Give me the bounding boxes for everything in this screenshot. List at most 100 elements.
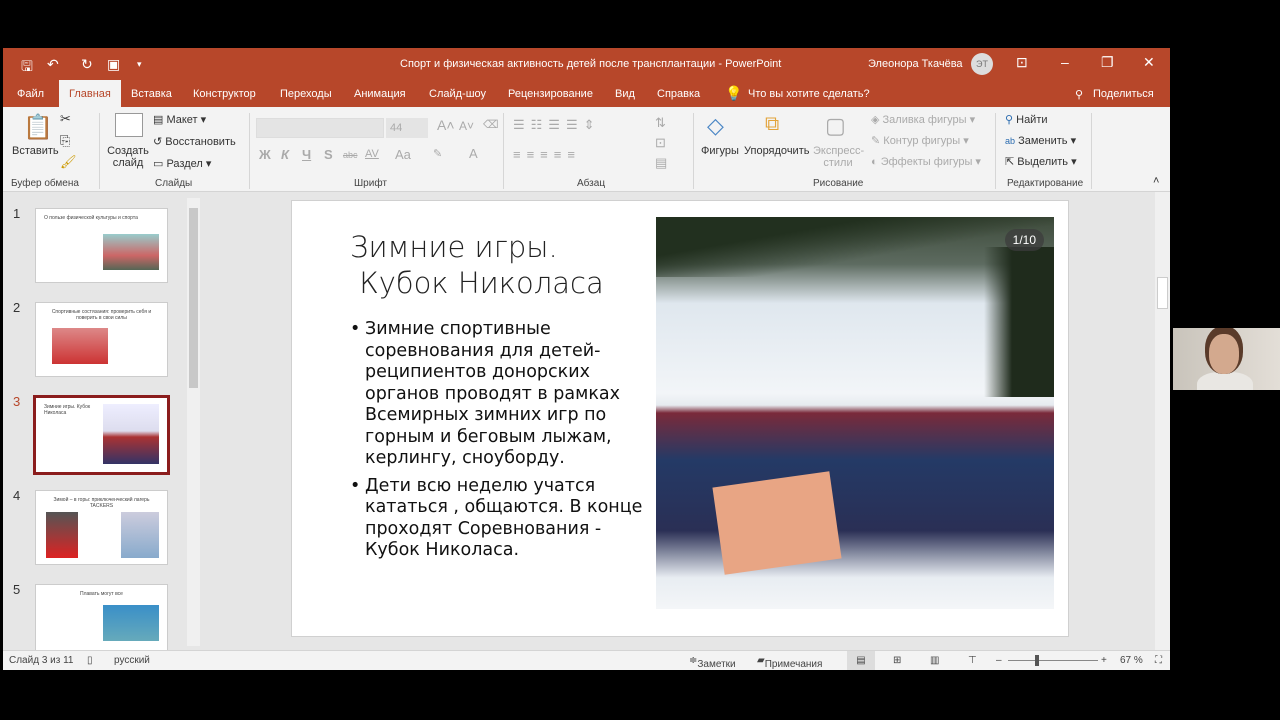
tab-slideshow[interactable]: Слайд-шоу: [429, 88, 486, 100]
undo-icon[interactable]: ↶: [47, 56, 59, 73]
new-slide-button[interactable]: Создать слайд: [107, 145, 149, 169]
find-label: Найти: [1016, 114, 1048, 126]
slide-thumbnail-3[interactable]: Зимние игры. Кубок Николаса: [33, 395, 170, 475]
alignment-buttons[interactable]: ≡≡≡≡≡: [513, 147, 581, 162]
thumb-title: Плавать могут все: [80, 591, 123, 597]
zoom-out-button[interactable]: –: [996, 655, 1002, 666]
slideshow-icon[interactable]: ▣: [107, 56, 120, 73]
paste-icon[interactable]: 📋: [23, 113, 53, 142]
paste-button[interactable]: Вставить: [12, 145, 59, 157]
photo-counter: 1/10: [1004, 229, 1044, 251]
clear-format-icon[interactable]: ⌫: [483, 118, 499, 131]
zoom-slider[interactable]: [1008, 660, 1098, 661]
slide-canvas[interactable]: Зимние игры. Кубок Николаса Зимние спорт…: [291, 200, 1069, 637]
fit-to-window-icon[interactable]: ⛶: [1155, 655, 1162, 666]
copy-icon[interactable]: ⎘: [60, 133, 70, 149]
bold-button[interactable]: Ж: [259, 147, 271, 162]
highlight-icon[interactable]: ✎: [433, 147, 442, 160]
group-font: Шрифт: [354, 178, 387, 189]
reset-label: Восстановить: [165, 136, 236, 148]
format-painter-icon[interactable]: 🖌: [60, 154, 77, 170]
save-icon[interactable]: 🖫: [21, 56, 33, 80]
replace-button[interactable]: ab Заменить ▾: [1005, 134, 1076, 147]
cut-icon[interactable]: ✂: [60, 111, 71, 127]
zoom-in-button[interactable]: +: [1101, 655, 1107, 666]
tab-home[interactable]: Главная: [59, 80, 121, 107]
restore-button[interactable]: ❐: [1101, 54, 1114, 71]
quick-styles-icon[interactable]: ▢: [825, 113, 846, 139]
quick-styles-button[interactable]: Экспресс-стили: [813, 145, 864, 169]
language[interactable]: русский: [114, 655, 150, 666]
tell-me-search[interactable]: Что вы хотите сделать?: [748, 88, 870, 100]
tab-view[interactable]: Вид: [615, 88, 635, 100]
zoom-slider-thumb[interactable]: [1035, 655, 1039, 666]
tab-file[interactable]: Файл: [17, 88, 44, 100]
font-color-icon[interactable]: A: [469, 146, 478, 161]
select-button[interactable]: ⇱ Выделить ▾: [1005, 155, 1077, 168]
tab-transitions[interactable]: Переходы: [280, 88, 332, 100]
slide-thumbnail-1[interactable]: О пользе физической культуры и спорта: [35, 208, 168, 283]
shape-fill-button[interactable]: ◈ Заливка фигуры ▾: [871, 113, 975, 126]
shape-effects-button[interactable]: ◐ Эффекты фигуры ▾: [871, 155, 981, 168]
slide-title[interactable]: Зимние игры. Кубок Николаса: [350, 229, 604, 301]
strikethrough-button[interactable]: abc: [343, 150, 358, 160]
slide-thumbnail-2[interactable]: Спортивные состязания: проверить себя и …: [35, 302, 168, 377]
normal-view-button[interactable]: ▤: [847, 651, 875, 670]
ribbon-tabs: Файл Главная Вставка Конструктор Переход…: [3, 80, 1170, 107]
group-photo-ski[interactable]: 1/10: [656, 217, 1054, 609]
reading-view-button[interactable]: ▥: [930, 655, 939, 666]
find-button[interactable]: ⚲ Найти: [1005, 113, 1048, 126]
collapse-ribbon-icon[interactable]: ˄: [1153, 175, 1159, 187]
char-spacing-button[interactable]: AV: [365, 148, 379, 160]
tab-design[interactable]: Конструктор: [193, 88, 256, 100]
avatar[interactable]: ЭТ: [971, 53, 993, 75]
grow-font-icon[interactable]: A˄: [437, 117, 455, 133]
reset-button[interactable]: ↺ Восстановить: [153, 135, 236, 148]
slideshow-button[interactable]: ⊤: [968, 655, 977, 666]
tab-insert[interactable]: Вставка: [131, 88, 172, 100]
share-icon[interactable]: ⚲: [1075, 88, 1083, 101]
tab-help[interactable]: Справка: [657, 88, 700, 100]
comments-button[interactable]: ▰ Примечания: [757, 655, 822, 670]
tab-review[interactable]: Рецензирование: [508, 88, 593, 100]
slide-thumbnail-4[interactable]: Зимой – в горы: приключенческий лагерь T…: [35, 490, 168, 565]
arrange-button[interactable]: Упорядочить: [744, 145, 809, 157]
layout-button[interactable]: ▤ Макет ▾: [153, 113, 206, 126]
shapes-button[interactable]: Фигуры: [701, 145, 739, 157]
underline-button[interactable]: Ч: [302, 147, 311, 162]
section-label: Раздел: [166, 158, 203, 170]
shapes-icon[interactable]: ◇: [707, 113, 724, 139]
close-button[interactable]: ✕: [1143, 54, 1155, 71]
thumbnails-scrollbar[interactable]: [187, 198, 200, 646]
font-name-input[interactable]: [256, 118, 384, 138]
slide-thumbnail-5[interactable]: Плавать могут все: [35, 584, 168, 654]
list-buttons[interactable]: ☰☷☰☰⇕: [513, 117, 601, 133]
slide-body[interactable]: Зимние спортивные соревнования для детей…: [350, 319, 650, 568]
shrink-font-icon[interactable]: A˅: [459, 119, 474, 133]
shadow-button[interactable]: S: [324, 147, 333, 162]
font-size-input[interactable]: 44: [386, 118, 428, 138]
new-slide-icon[interactable]: [115, 113, 143, 137]
webcam-video: [1173, 328, 1280, 390]
slide-sorter-button[interactable]: ⊞: [893, 655, 901, 666]
thumb-title: Зимние игры. Кубок Николаса: [44, 404, 91, 416]
notes-button[interactable]: ≑ Заметки: [689, 655, 736, 670]
redo-icon[interactable]: ↻: [81, 56, 93, 73]
ribbon-display-icon[interactable]: ⊡: [1016, 54, 1028, 71]
change-case-button[interactable]: Aa: [395, 147, 411, 162]
spellcheck-icon[interactable]: ▯: [87, 655, 93, 666]
title-bar: 🖫 ↶ ↻ ▣ ▾ Спорт и физическая активность …: [3, 48, 1170, 80]
italic-button[interactable]: К: [281, 147, 289, 162]
main-scrollbar[interactable]: [1155, 192, 1170, 650]
thumb-number: 2: [13, 300, 21, 315]
section-button[interactable]: ▭ Раздел ▾: [153, 157, 211, 170]
share-button[interactable]: Поделиться: [1093, 88, 1154, 100]
zoom-level[interactable]: 67 %: [1120, 655, 1143, 666]
shape-outline-button[interactable]: ✎ Контур фигуры ▾: [871, 134, 969, 147]
text-direction-icons[interactable]: ⇅ ⊡ ▤: [655, 113, 667, 173]
arrange-icon[interactable]: ⧉: [765, 113, 779, 136]
user-name[interactable]: Элеонора Ткачёва: [868, 58, 963, 70]
customize-qat-icon[interactable]: ▾: [137, 59, 142, 70]
minimize-button[interactable]: –: [1061, 54, 1069, 70]
tab-animations[interactable]: Анимация: [354, 88, 406, 100]
